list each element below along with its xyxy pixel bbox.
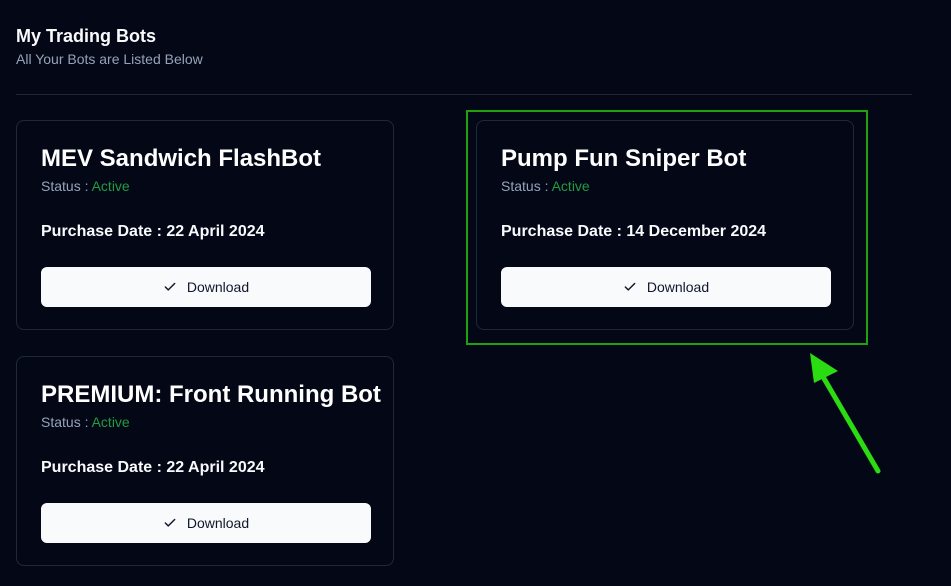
bot-status: Status : Active: [41, 412, 130, 432]
bot-title: PREMIUM: Front Running Bot: [41, 381, 381, 408]
check-icon: [163, 280, 177, 294]
arrow-icon: [810, 353, 881, 474]
purchase-date-value: 14 December 2024: [626, 223, 767, 240]
purchase-date: Purchase Date : 22 April 2024: [41, 221, 265, 243]
purchase-date-label: Purchase Date :: [41, 223, 162, 240]
bot-title: Pump Fun Sniper Bot: [501, 145, 747, 172]
download-button-label: Download: [186, 515, 250, 531]
page-title: My Trading Bots: [16, 26, 157, 46]
status-value: Active: [91, 178, 130, 194]
check-icon: [163, 516, 177, 530]
purchase-date-value: 22 April 2024: [166, 459, 265, 476]
purchase-date: Purchase Date : 14 December 2024: [501, 221, 766, 243]
page-header: My Trading Bots All Your Bots are Listed…: [16, 24, 203, 69]
bot-card-premium-front-running: PREMIUM: Front Running Bot Status : Acti…: [16, 356, 394, 566]
download-button[interactable]: Download: [41, 503, 371, 543]
purchase-date: Purchase Date : 22 April 2024: [41, 457, 265, 479]
status-label: Status :: [41, 414, 89, 430]
bot-status: Status : Active: [501, 176, 590, 196]
download-button-label: Download: [646, 279, 710, 295]
download-button[interactable]: Download: [501, 267, 831, 307]
purchase-date-label: Purchase Date :: [501, 223, 622, 240]
purchase-date-label: Purchase Date :: [41, 459, 162, 476]
bot-title: MEV Sandwich FlashBot: [41, 145, 322, 172]
check-icon: [623, 280, 637, 294]
download-button-label: Download: [186, 279, 250, 295]
page-subtitle: All Your Bots are Listed Below: [16, 51, 203, 67]
purchase-date-value: 22 April 2024: [166, 223, 265, 240]
status-label: Status :: [501, 178, 549, 194]
status-value: Active: [91, 414, 130, 430]
download-button[interactable]: Download: [41, 267, 371, 307]
bot-status: Status : Active: [41, 176, 130, 196]
header-divider: [16, 94, 912, 95]
status-label: Status :: [41, 178, 89, 194]
bot-card-pump-fun-sniper: Pump Fun Sniper Bot Status : Active Purc…: [476, 120, 854, 330]
bot-card-mev-sandwich: MEV Sandwich FlashBot Status : Active Pu…: [16, 120, 394, 330]
status-value: Active: [551, 178, 590, 194]
